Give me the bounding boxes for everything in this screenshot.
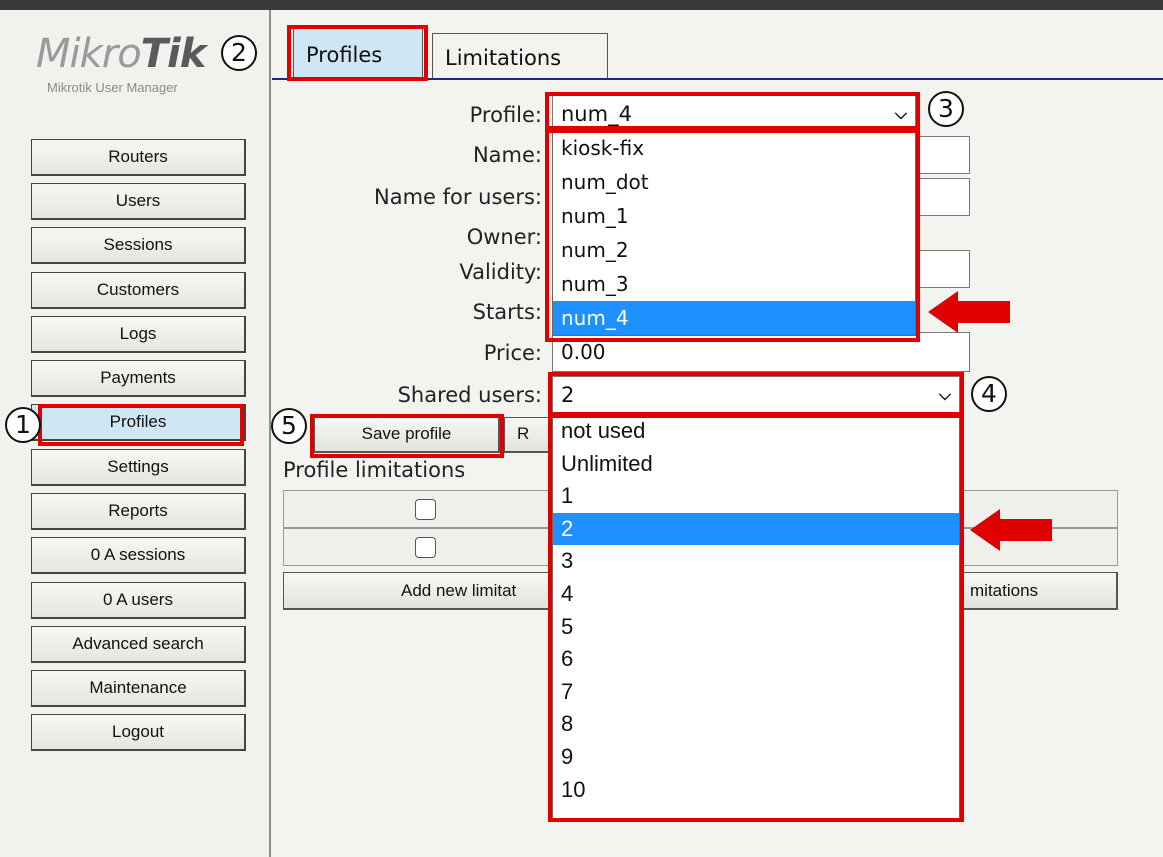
sidebar-item-0-a-users[interactable]: 0 A users xyxy=(31,582,246,619)
red-arrow-icon xyxy=(970,509,1052,551)
shared-users-option[interactable]: 4 xyxy=(553,578,959,611)
shared-users-option[interactable]: 6 xyxy=(553,643,959,676)
shared-users-option[interactable]: 9 xyxy=(553,741,959,774)
sidebar-item-maintenance[interactable]: Maintenance xyxy=(31,670,246,707)
save-profile-button[interactable]: Save profile xyxy=(314,417,500,453)
shared-users-dropdown-list[interactable]: not used Unlimited 1 2 3 4 5 6 7 8 9 10 xyxy=(552,414,960,820)
shared-users-option[interactable]: 3 xyxy=(553,545,959,578)
red-arrow-icon xyxy=(928,291,1010,333)
annotation-number-1: 1 xyxy=(5,407,41,443)
sidebar-item-sessions[interactable]: Sessions xyxy=(31,227,246,264)
mikrotik-logo: MikroTik xyxy=(36,31,206,77)
sidebar-item-settings[interactable]: Settings xyxy=(31,449,246,486)
sidebar-item-0-a-sessions[interactable]: 0 A sessions xyxy=(31,537,246,574)
name-for-users-label: Name for users: xyxy=(374,185,542,209)
profile-option[interactable]: num_2 xyxy=(553,233,915,267)
name-label: Name: xyxy=(472,143,542,167)
owner-label: Owner: xyxy=(466,225,542,249)
sidebar-item-profiles[interactable]: Profiles xyxy=(31,404,246,441)
tab-underline xyxy=(272,78,1163,80)
sidebar-item-logs[interactable]: Logs xyxy=(31,316,246,353)
shared-users-option[interactable]: 1 xyxy=(553,480,959,513)
tab-profiles[interactable]: Profiles xyxy=(293,28,423,78)
shared-users-option[interactable]: 10 xyxy=(553,774,959,807)
annotation-number-5: 5 xyxy=(271,408,307,444)
shared-users-option[interactable]: 8 xyxy=(553,708,959,741)
sidebar-item-routers[interactable]: Routers xyxy=(31,139,246,176)
shared-users-option[interactable]: not used xyxy=(553,415,959,448)
shared-users-select-value: 2 xyxy=(561,383,575,407)
sidebar-item-customers[interactable]: Customers xyxy=(31,272,246,309)
sidebar-item-advanced-search[interactable]: Advanced search xyxy=(31,626,246,663)
annotation-number-3: 3 xyxy=(928,91,964,127)
shared-users-option[interactable]: 7 xyxy=(553,676,959,709)
validity-label: Validity: xyxy=(459,260,542,284)
shared-users-option[interactable]: Unlimited xyxy=(553,448,959,481)
sidebar-item-users[interactable]: Users xyxy=(31,183,246,220)
profile-option[interactable]: num_3 xyxy=(553,267,915,301)
profile-option[interactable]: num_4 xyxy=(553,301,915,335)
window-top-bar xyxy=(0,0,1163,10)
profile-option[interactable]: num_1 xyxy=(553,199,915,233)
app-subtitle: Mikrotik User Manager xyxy=(47,80,178,95)
sidebar-item-payments[interactable]: Payments xyxy=(31,360,246,397)
shared-users-option[interactable]: 2 xyxy=(553,512,959,546)
shared-users-select[interactable]: 2 ⌵ xyxy=(552,376,960,414)
sidebar-item-reports[interactable]: Reports xyxy=(31,493,246,530)
profile-select[interactable]: num_4 ⌵ xyxy=(552,95,916,133)
tab-limitations[interactable]: Limitations xyxy=(432,33,608,78)
add-limitation-label: Add new limitat xyxy=(401,581,517,600)
limitation-checkbox[interactable] xyxy=(415,499,436,520)
profile-option[interactable]: num_dot xyxy=(553,165,915,199)
chevron-down-icon: ⌵ xyxy=(894,104,907,123)
shared-users-option[interactable]: 5 xyxy=(553,611,959,644)
profile-select-value: num_4 xyxy=(561,102,632,126)
profile-option[interactable]: kiosk-fix xyxy=(553,131,915,165)
annotation-number-4: 4 xyxy=(971,376,1007,412)
chevron-down-icon: ⌵ xyxy=(938,385,951,404)
price-label: Price: xyxy=(483,341,542,365)
starts-label: Starts: xyxy=(472,300,542,324)
shared-users-label: Shared users: xyxy=(397,383,542,407)
profile-label: Profile: xyxy=(469,103,542,127)
price-input[interactable]: 0.00 xyxy=(552,332,970,372)
annotation-number-2: 2 xyxy=(221,35,257,71)
profile-dropdown-list[interactable]: kiosk-fix num_dot num_1 num_2 num_3 num_4 xyxy=(552,130,916,336)
limitations-label-partial: mitations xyxy=(970,581,1039,600)
profile-limitations-title: Profile limitations xyxy=(283,458,466,482)
limitation-checkbox[interactable] xyxy=(415,537,436,558)
sidebar-item-logout[interactable]: Logout xyxy=(31,714,246,751)
